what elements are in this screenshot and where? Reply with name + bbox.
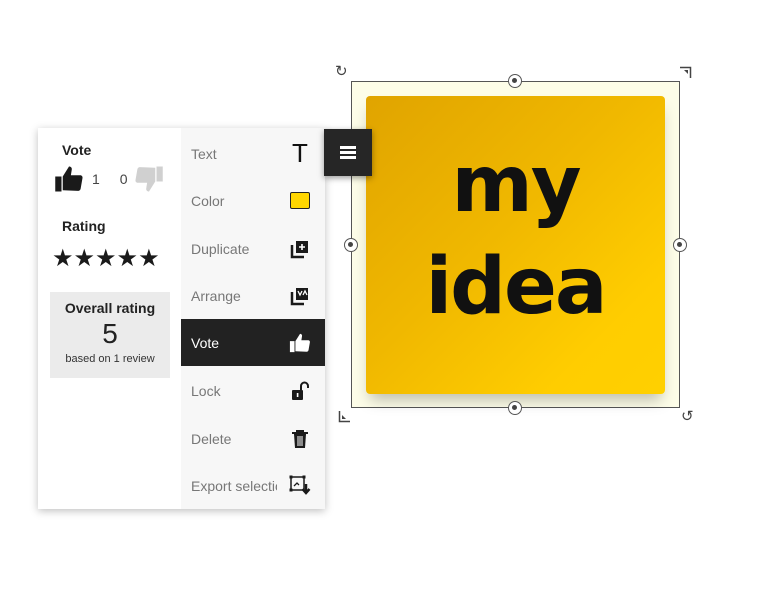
overall-rating-subtitle: based on 1 review: [65, 353, 155, 365]
vote-heading: Vote: [62, 142, 92, 158]
sticky-note[interactable]: my idea: [366, 96, 665, 394]
menu-item-export-selection[interactable]: Export selection: [181, 462, 325, 509]
text-icon: T: [292, 138, 308, 168]
resize-handle-right[interactable]: [673, 238, 687, 252]
corner-resize-top-right-icon[interactable]: [680, 66, 692, 78]
menu-item-label: Text: [191, 145, 217, 162]
arrange-icon: [290, 287, 308, 305]
resize-handle-left[interactable]: [344, 238, 358, 252]
menu-item-label: Duplicate: [191, 240, 250, 257]
unlock-icon: [292, 381, 309, 400]
menu-item-text[interactable]: Text T: [181, 130, 325, 177]
overall-rating-title: Overall rating: [64, 300, 156, 316]
resize-handle-bottom[interactable]: [508, 401, 522, 415]
vote-row: 1 0: [54, 164, 164, 194]
rotate-ccw-icon[interactable]: ↻: [335, 64, 348, 79]
note-text[interactable]: my idea: [366, 134, 665, 338]
context-menu: Text T Color Duplicate Arrange Vote Lock…: [181, 128, 325, 509]
overall-rating-box: Overall rating 5 based on 1 review: [50, 292, 170, 378]
note-line-2: idea: [425, 242, 607, 332]
menu-item-arrange[interactable]: Arrange: [181, 272, 325, 319]
menu-item-lock[interactable]: Lock: [181, 367, 325, 414]
corner-resize-bottom-left-icon[interactable]: [338, 411, 350, 423]
menu-item-label: Delete: [191, 430, 232, 447]
overall-rating-value: 5: [102, 318, 118, 349]
thumbs-up-icon[interactable]: [54, 164, 84, 194]
menu-item-label: Arrange: [191, 287, 241, 304]
hamburger-icon: [340, 144, 356, 162]
menu-item-color[interactable]: Color: [181, 177, 325, 224]
vote-rating-section: Vote 1 0 Rating ★★★★★ Overall rating 5 b…: [38, 128, 181, 509]
duplicate-icon: [290, 240, 308, 258]
export-selection-icon: [289, 475, 311, 495]
menu-toggle-button[interactable]: [324, 129, 372, 176]
menu-item-vote[interactable]: Vote: [181, 319, 325, 366]
trash-icon: [292, 429, 308, 448]
menu-item-label: Vote: [191, 334, 220, 351]
note-line-1: my: [451, 140, 581, 230]
menu-item-label: Lock: [191, 382, 221, 399]
context-panel: Vote 1 0 Rating ★★★★★ Overall rating 5 b…: [38, 128, 325, 509]
rating-heading: Rating: [62, 218, 106, 234]
thumbs-up-icon: [289, 333, 310, 352]
thumbs-down-icon[interactable]: [134, 164, 164, 194]
menu-item-delete[interactable]: Delete: [181, 415, 325, 462]
star-rating[interactable]: ★★★★★: [52, 244, 160, 272]
upvote-count: 1: [92, 171, 100, 187]
menu-item-label: Export selection: [191, 477, 277, 494]
menu-item-label: Color: [191, 192, 225, 209]
rotate-cw-icon[interactable]: ↺: [681, 409, 694, 424]
downvote-count: 0: [119, 171, 128, 187]
menu-item-duplicate[interactable]: Duplicate: [181, 225, 325, 272]
resize-handle-top[interactable]: [508, 74, 522, 88]
color-swatch-icon: [289, 190, 311, 212]
